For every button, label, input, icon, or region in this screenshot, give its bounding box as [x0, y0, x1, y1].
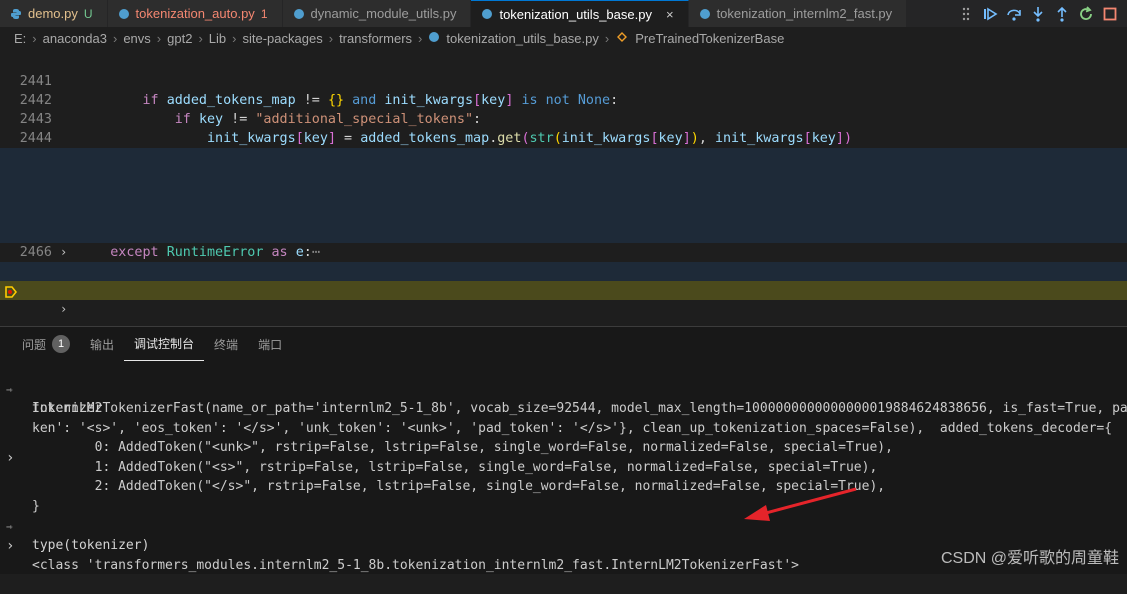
- problems-count-badge: 1: [52, 335, 71, 353]
- continue-icon[interactable]: [981, 5, 999, 23]
- code-line: 2480: [0, 300, 1127, 319]
- tab-tokenization-internlm2-fast[interactable]: tokenization_internlm2_fast.py: [688, 0, 908, 27]
- code-text: if added_tokens_decoder != {} and max(li…: [78, 319, 949, 320]
- chevron-right-icon: ›: [112, 30, 118, 46]
- python-file-icon: [481, 8, 493, 20]
- python-file-icon: [118, 8, 130, 20]
- tab-problems[interactable]: 问题 1: [12, 327, 80, 361]
- code-line: 2445 # Instantiate the tokenizer.: [0, 129, 1127, 184]
- bottom-panel: 问题 1 输出 调试控制台 终端 端口 ⇾ tokenizer InternLM2…: [0, 326, 1127, 574]
- tab-problems-label: 问题: [22, 337, 47, 352]
- tab-dynamic-module-utils[interactable]: dynamic_module_utils.py: [282, 0, 472, 27]
- code-line: 2443 init_kwargs[key] = added_tokens_map…: [0, 91, 1127, 146]
- console-output-line: InternLM2TokenizerFast(name_or_path='int…: [0, 380, 1127, 416]
- console-output-line: }: [0, 478, 1127, 514]
- tab-tokenization-utils-base[interactable]: tokenization_utils_base.py ×: [471, 0, 689, 27]
- breadcrumb-item[interactable]: transformers: [339, 31, 412, 46]
- breadcrumb-item[interactable]: envs: [123, 31, 150, 46]
- step-out-icon[interactable]: [1053, 5, 1071, 23]
- code-line: 2446 › try:⋯: [0, 148, 1127, 222]
- code-line: 2441 if added_tokens_map != {} and init_…: [0, 53, 1127, 108]
- python-file-icon: [428, 31, 440, 46]
- breadcrumb-symbol[interactable]: PreTrainedTokenizerBase: [635, 31, 784, 46]
- chevron-right-icon[interactable]: ›: [6, 537, 14, 556]
- panel-tabs: 问题 1 输出 调试控制台 终端 端口: [0, 327, 292, 361]
- tab-ports-label: 端口: [258, 337, 283, 352]
- tab-output[interactable]: 输出: [80, 327, 124, 361]
- tab-demo[interactable]: demo.py U: [0, 0, 108, 27]
- code-line: 2444: [0, 110, 1127, 146]
- tab-tokenization-auto-label: tokenization_auto.py: [135, 6, 255, 21]
- breadcrumb-item[interactable]: Lib: [209, 31, 226, 46]
- breadcrumb-item[interactable]: E:: [14, 31, 26, 46]
- python-file-icon: [293, 8, 305, 20]
- tab-tokenization-auto[interactable]: tokenization_auto.py 1: [107, 0, 283, 27]
- chevron-right-icon: ›: [604, 30, 610, 46]
- watermark: CSDN @爱听歌的周童鞋: [940, 550, 1119, 567]
- code-line: 2454 › except RuntimeError as e:⋯: [0, 186, 1127, 260]
- code-line: 2461 › except OSError:⋯: [0, 205, 1127, 279]
- tab-debug-console-label: 调试控制台: [134, 337, 195, 351]
- code-line: 2466 › except RuntimeError as e:⋯: [0, 224, 1127, 298]
- python-file-icon: [10, 8, 22, 20]
- tab-terminal-label: 终端: [214, 337, 239, 352]
- restart-icon[interactable]: [1077, 5, 1095, 23]
- debug-toolbar: [949, 0, 1127, 27]
- breadcrumb-file[interactable]: tokenization_utils_base.py: [446, 31, 599, 46]
- tab-tokenization-auto-problems: 1: [260, 6, 268, 21]
- step-into-icon[interactable]: [1029, 5, 1047, 23]
- code-line: 2474 › if added_tokens_decoder != {} and…: [0, 262, 1127, 316]
- breadcrumb-item[interactable]: anaconda3: [43, 31, 107, 46]
- python-file-icon: [699, 8, 711, 20]
- code-line-current: 2479 return tokenizer: [0, 281, 1127, 300]
- console-input-line: ⇾ tokenizer: [0, 361, 1127, 416]
- console-output-line: 1: AddedToken("<s>", rstrip=False, lstri…: [0, 439, 1127, 475]
- console-output-line: › <class 'transformers_modules.internlm2…: [0, 518, 1127, 573]
- console-text: <class 'transformers_modules.internlm2_5…: [32, 558, 800, 573]
- close-icon[interactable]: ×: [666, 7, 674, 22]
- chevron-right-icon: ›: [198, 30, 203, 46]
- tab-terminal[interactable]: 终端: [204, 327, 248, 361]
- chevron-right-icon: ›: [232, 30, 237, 46]
- breadcrumb: E: › anaconda3 › envs › gpt2 › Lib › site-pac…: [0, 27, 1127, 49]
- console-input-line: ⇾ type(tokenizer): [0, 498, 1127, 553]
- chevron-right-icon: ›: [328, 30, 334, 46]
- tab-ports[interactable]: 端口: [248, 327, 292, 361]
- tab-debug-console[interactable]: 调试控制台: [124, 327, 205, 361]
- breadcrumb-item[interactable]: site-packages: [243, 31, 323, 46]
- breakpoint-current-icon[interactable]: [5, 285, 18, 298]
- console-output-line: 2: AddedToken("</s>", rstrip=False, lstr…: [0, 458, 1127, 494]
- tab-demo-status: U: [83, 6, 93, 21]
- chevron-right-icon: ›: [418, 30, 423, 46]
- code-line: 2448 › except import_protobuf_decode_err…: [0, 167, 1127, 241]
- console-text: type(tokenizer): [32, 538, 150, 553]
- tab-dynamic-module-utils-label: dynamic_module_utils.py: [310, 6, 457, 21]
- drag-handle-icon[interactable]: [957, 5, 975, 23]
- step-over-icon[interactable]: [1005, 5, 1023, 23]
- tab-tokenization-utils-base-label: tokenization_utils_base.py: [499, 6, 652, 22]
- chevron-right-icon: ›: [32, 30, 37, 46]
- breadcrumb-item[interactable]: gpt2: [167, 31, 192, 46]
- code-line: 2442 if key != "additional_special_token…: [0, 72, 1127, 127]
- tab-tokenization-internlm2-fast-label: tokenization_internlm2_fast.py: [716, 6, 893, 21]
- class-symbol-icon: [615, 31, 629, 46]
- code-editor[interactable]: 2441 if added_tokens_map != {} and init_…: [0, 53, 1127, 320]
- code-line: 2473: [0, 243, 1127, 279]
- tab-output-label: 输出: [90, 337, 115, 352]
- stop-icon[interactable]: [1101, 5, 1119, 23]
- chevron-right-icon: ›: [156, 30, 162, 46]
- tab-demo-label: demo.py: [28, 6, 78, 21]
- line-number: 2480: [0, 319, 52, 320]
- console-output-line: ken': '<s>', 'eos_token': '</s>', 'unk_t…: [0, 400, 1127, 436]
